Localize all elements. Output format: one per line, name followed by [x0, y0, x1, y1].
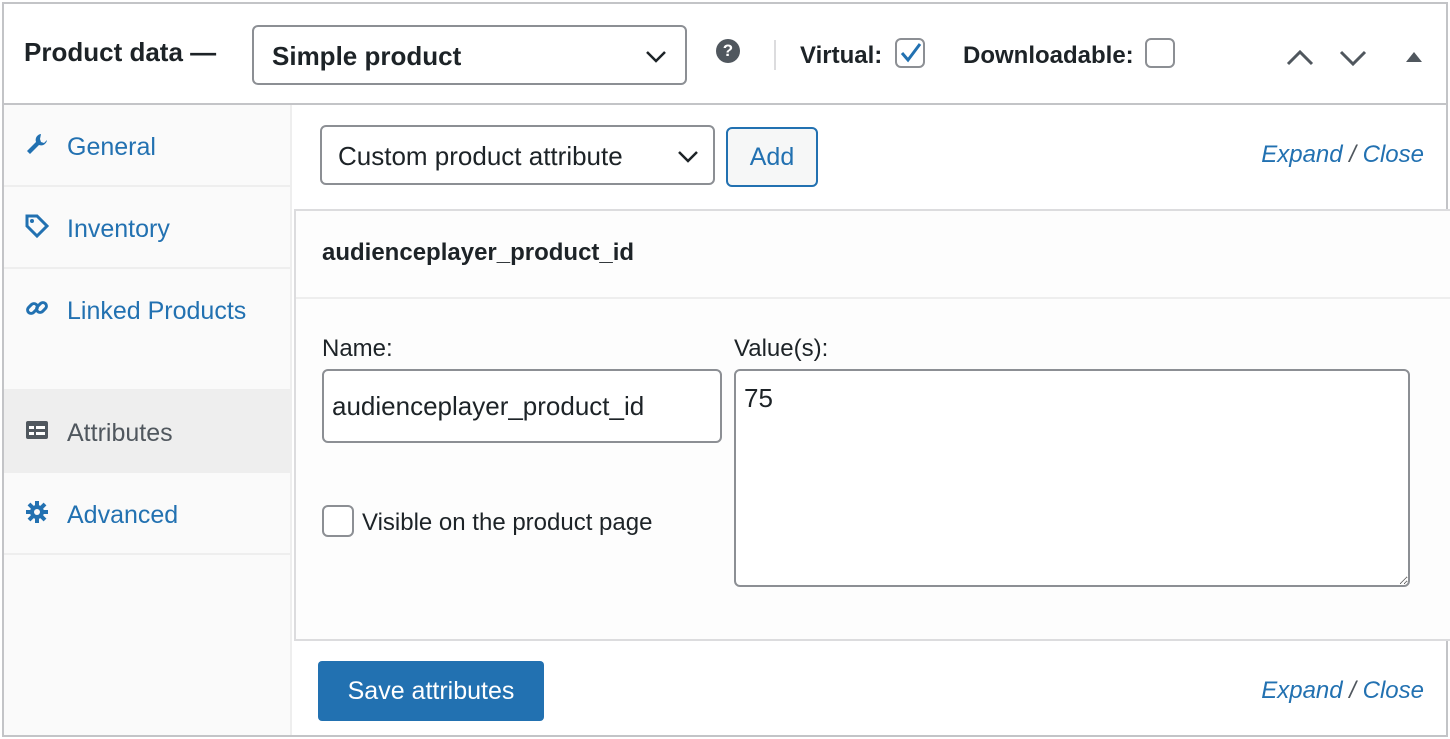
product-data-header: Product data — Simple product ? Virtual:… [4, 4, 1446, 105]
tag-icon [25, 214, 50, 239]
add-attribute-button[interactable]: Add [726, 127, 818, 187]
tab-label-inventory: Inventory [67, 215, 170, 243]
tab-attributes[interactable]: Attributes [4, 391, 290, 473]
expand-close-bottom: Expand / Close [1261, 677, 1424, 705]
product-type-select[interactable]: Simple product [252, 25, 687, 85]
expand-link[interactable]: Expand [1261, 677, 1342, 704]
virtual-checkbox[interactable] [895, 38, 925, 68]
attribute-name-input[interactable] [322, 369, 722, 443]
chevron-down-icon [646, 51, 666, 63]
link-separator: / [1349, 141, 1356, 168]
product-data-tabs: General Inventory Linked Products Attrib… [4, 105, 292, 735]
virtual-label: Virtual: [800, 42, 883, 69]
expand-close-top: Expand / Close [1261, 141, 1424, 169]
product-type-value: Simple product [272, 41, 462, 71]
collapse-panel-icon[interactable] [1402, 44, 1426, 68]
downloadable-label: Downloadable: [963, 42, 1134, 69]
tab-label-attributes: Attributes [67, 419, 173, 447]
name-label: Name: [322, 335, 393, 362]
link-separator: / [1349, 677, 1356, 704]
help-icon[interactable]: ? [716, 39, 740, 63]
wrench-icon [27, 134, 47, 154]
gear-icon [26, 501, 48, 523]
tab-label-general: General [67, 133, 156, 161]
tab-label-advanced: Advanced [67, 501, 179, 529]
chevron-down-icon [678, 151, 698, 163]
visible-on-product-page-label[interactable]: Visible on the product page [362, 509, 652, 537]
tab-label-linked-products: Linked Products [67, 297, 247, 325]
header-separator [774, 40, 776, 70]
attribute-header[interactable]: audienceplayer_product_id [296, 211, 1450, 299]
checkmark-icon [900, 43, 922, 63]
attribute-heading: audienceplayer_product_id [322, 239, 635, 266]
panel-title: Product data — [24, 37, 217, 67]
tab-linked-products[interactable]: Linked Products [4, 269, 290, 391]
save-attributes-button[interactable]: Save attributes [318, 661, 544, 721]
values-label: Value(s): [734, 335, 829, 362]
attribute-item: audienceplayer_product_id Name: Value(s)… [294, 209, 1450, 641]
attribute-values-textarea[interactable]: 75 [734, 369, 1410, 587]
close-link[interactable]: Close [1363, 677, 1424, 704]
tab-inventory[interactable]: Inventory [4, 187, 290, 269]
close-link[interactable]: Close [1363, 141, 1424, 168]
visible-on-product-page-checkbox[interactable] [322, 505, 354, 537]
tab-advanced[interactable]: Advanced [4, 473, 290, 555]
move-down-icon[interactable] [1337, 42, 1369, 74]
table-icon [26, 421, 48, 439]
attribute-type-value: Custom product attribute [338, 141, 623, 171]
expand-link[interactable]: Expand [1261, 141, 1342, 168]
tab-general[interactable]: General [4, 105, 290, 187]
attribute-type-select[interactable]: Custom product attribute [320, 125, 715, 185]
downloadable-checkbox[interactable] [1145, 38, 1175, 68]
product-data-panel: Product data — Simple product ? Virtual:… [2, 2, 1450, 737]
attributes-panel: Custom product attribute Add Expand / Cl… [294, 105, 1450, 735]
move-up-icon[interactable] [1284, 42, 1316, 74]
